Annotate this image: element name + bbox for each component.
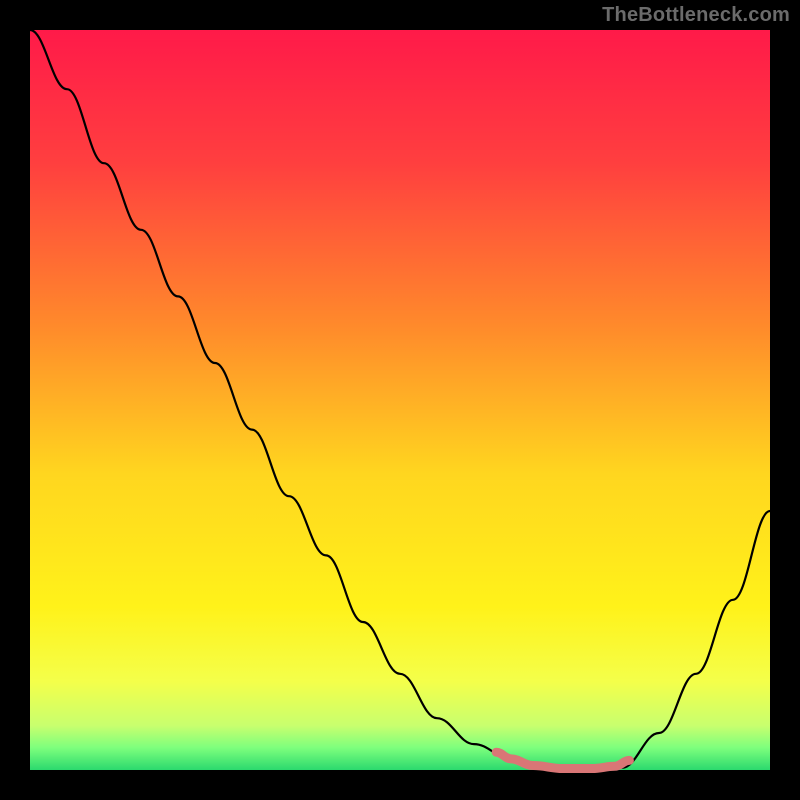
plot-background <box>30 30 770 770</box>
chart-canvas <box>0 0 800 800</box>
